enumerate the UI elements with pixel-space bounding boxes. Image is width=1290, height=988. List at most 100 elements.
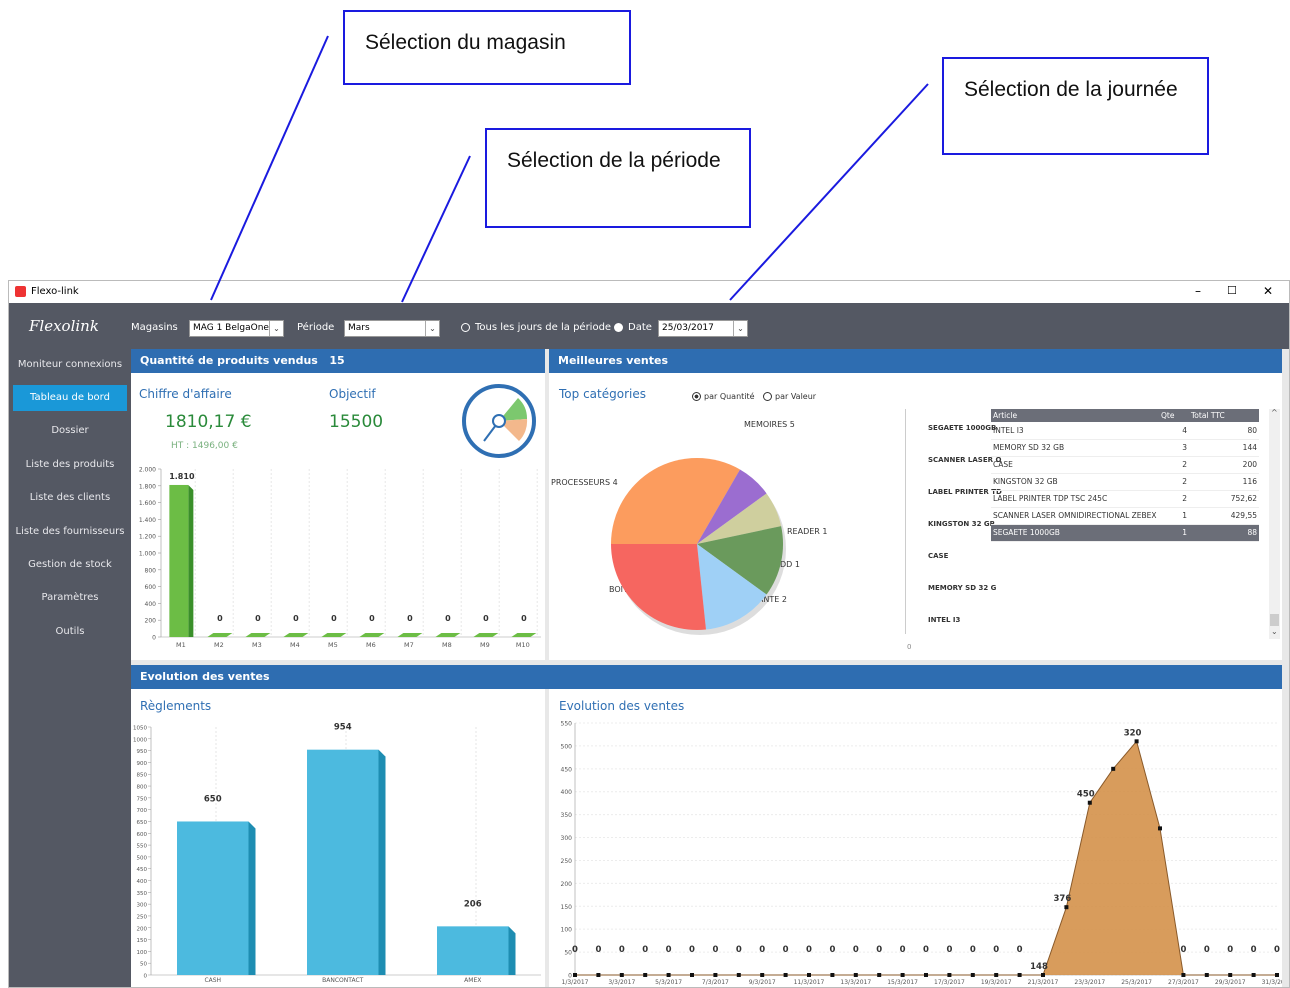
sidebar-item-dossier[interactable]: Dossier	[9, 418, 131, 444]
x-tick-label: 13/3/2017	[840, 979, 871, 986]
date-label: Date	[628, 322, 652, 333]
table-row[interactable]: SEGAETE 1000GB 1 88	[991, 524, 1259, 542]
y-tick-label: 400	[137, 879, 148, 885]
data-label: 1.810	[169, 472, 195, 481]
data-label: 0	[1251, 945, 1257, 955]
bar-side	[188, 484, 194, 637]
data-label: 0	[642, 945, 648, 955]
scroll-down-icon[interactable]: ⌄	[1271, 627, 1278, 636]
data-point	[1204, 973, 1209, 977]
y-tick-label: 400	[145, 601, 157, 608]
sidebar-item-gestion-stock[interactable]: Gestion de stock	[9, 552, 131, 578]
top-categories-label: Top catégories	[559, 387, 646, 401]
y-tick-label: 600	[137, 832, 148, 838]
brand-logo: Flexolink	[29, 317, 99, 335]
y-tick-label: 1000	[133, 737, 147, 743]
pie-slice	[611, 544, 706, 630]
radio-date[interactable]	[614, 323, 623, 332]
table-row[interactable]: INTEL I3 4 80	[991, 422, 1259, 440]
objective-value: 15500	[329, 412, 384, 432]
data-label: 0	[1204, 945, 1210, 955]
data-label: 320	[1124, 728, 1142, 738]
bar	[245, 633, 271, 637]
store-select[interactable]: MAG 1 BelgaOne ⌄	[189, 320, 284, 337]
sales-panel-header: Quantité de produits vendus 15	[131, 349, 545, 373]
data-point	[924, 973, 928, 977]
chevron-down-icon: ⌄	[733, 321, 747, 336]
data-label: 0	[759, 945, 765, 955]
radio-par-quantite[interactable]	[692, 392, 701, 401]
table-header: Article Qte Total TTC	[991, 409, 1259, 422]
product-bar-label: KINGSTON 32 GB	[928, 520, 995, 528]
y-tick-label: 200	[137, 926, 148, 932]
data-point	[1181, 973, 1186, 977]
sidebar-item-label: Dossier	[51, 425, 89, 436]
sidebar-item-liste-fournisseurs[interactable]: Liste des fournisseurs	[9, 519, 131, 545]
bar	[321, 633, 347, 637]
payments-label: Règlements	[140, 699, 212, 713]
sidebar-item-liste-produits[interactable]: Liste des produits	[9, 452, 131, 478]
date-picker[interactable]: 25/03/2017 ⌄	[658, 320, 748, 337]
scroll-up-icon[interactable]: ^	[1271, 408, 1278, 417]
data-label: 0	[923, 945, 929, 955]
evolution-label: Evolution des ventes	[559, 699, 685, 713]
bar	[473, 633, 499, 637]
sidebar-item-moniteur-connexions[interactable]: Moniteur connexions	[9, 352, 131, 378]
radio-par-valeur[interactable]	[763, 392, 772, 401]
cell-total: 200	[1189, 456, 1259, 474]
x-tick-label: 7/3/2017	[702, 979, 729, 986]
evolution-chart-panel: Evolution des ventes 0 50 100 150 200 250 300 3…	[549, 689, 1282, 987]
col-article[interactable]: Article	[991, 409, 1159, 422]
y-tick-label: 1.600	[139, 500, 156, 507]
bar	[511, 633, 537, 637]
cell-article: CASE	[991, 456, 1159, 474]
table-scrollbar[interactable]: ^ ⌄	[1269, 408, 1280, 639]
app-window: Flexo-link – ☐ ✕ Flexolink Magasins MAG …	[8, 280, 1290, 988]
data-label: 0	[369, 614, 375, 623]
table-row[interactable]: SCANNER LASER OMNIDIRECTIONAL ZEBEX ! 1 42…	[991, 507, 1259, 525]
cell-qte: 2	[1159, 490, 1189, 508]
sidebar-item-label: Liste des produits	[25, 459, 115, 470]
bar	[397, 633, 423, 637]
data-label: 0	[572, 945, 578, 955]
close-button[interactable]: ✕	[1263, 284, 1273, 298]
bar	[307, 749, 379, 975]
table-row[interactable]: LABEL PRINTER TDP TSC 245C 2 752,62	[991, 490, 1259, 508]
y-tick-label: 950	[137, 749, 148, 755]
table-row[interactable]: CASE 2 200	[991, 456, 1259, 474]
maximize-button[interactable]: ☐	[1227, 284, 1237, 297]
store-select-value: MAG 1 BelgaOne	[193, 323, 269, 333]
period-select[interactable]: Mars ⌄	[344, 320, 440, 337]
scroll-thumb[interactable]	[1270, 614, 1279, 626]
evolution-header: Evolution des ventes	[131, 665, 1282, 689]
table-row[interactable]: KINGSTON 32 GB 2 116	[991, 473, 1259, 491]
app-icon	[15, 286, 26, 297]
title-bar: Flexo-link – ☐ ✕	[9, 281, 1289, 303]
data-point	[596, 973, 601, 977]
minimize-button[interactable]: –	[1195, 284, 1201, 298]
data-point	[1041, 973, 1045, 977]
radio-all-days[interactable]	[461, 323, 470, 332]
y-tick-label: 200	[145, 618, 157, 625]
bar	[283, 633, 309, 637]
data-label: 0	[993, 945, 999, 955]
y-tick-label: 450	[561, 766, 573, 773]
sidebar-item-parametres[interactable]: Paramètres	[9, 585, 131, 611]
y-tick-label: 350	[137, 891, 148, 897]
product-bar-label: INTEL I3	[928, 616, 961, 624]
period-label: Période	[297, 322, 335, 333]
ca-label: Chiffre d'affaire	[139, 387, 232, 401]
cell-article: MEMORY SD 32 GB	[991, 439, 1159, 457]
cell-total: 88	[1189, 524, 1259, 542]
cell-total: 752,62	[1189, 490, 1259, 508]
y-tick-label: 1050	[133, 726, 147, 732]
sidebar-item-tableau-de-bord[interactable]: Tableau de bord	[13, 385, 127, 411]
col-qte[interactable]: Qte	[1159, 409, 1189, 422]
sidebar-item-outils[interactable]: Outils	[9, 619, 131, 645]
y-tick-label: 500	[137, 855, 148, 861]
bar-axis-line	[905, 409, 906, 634]
x-tick-label: 27/3/2017	[1168, 979, 1199, 986]
col-total[interactable]: Total TTC	[1189, 409, 1259, 422]
table-row[interactable]: MEMORY SD 32 GB 3 144	[991, 439, 1259, 457]
sidebar-item-liste-clients[interactable]: Liste des clients	[9, 485, 131, 511]
